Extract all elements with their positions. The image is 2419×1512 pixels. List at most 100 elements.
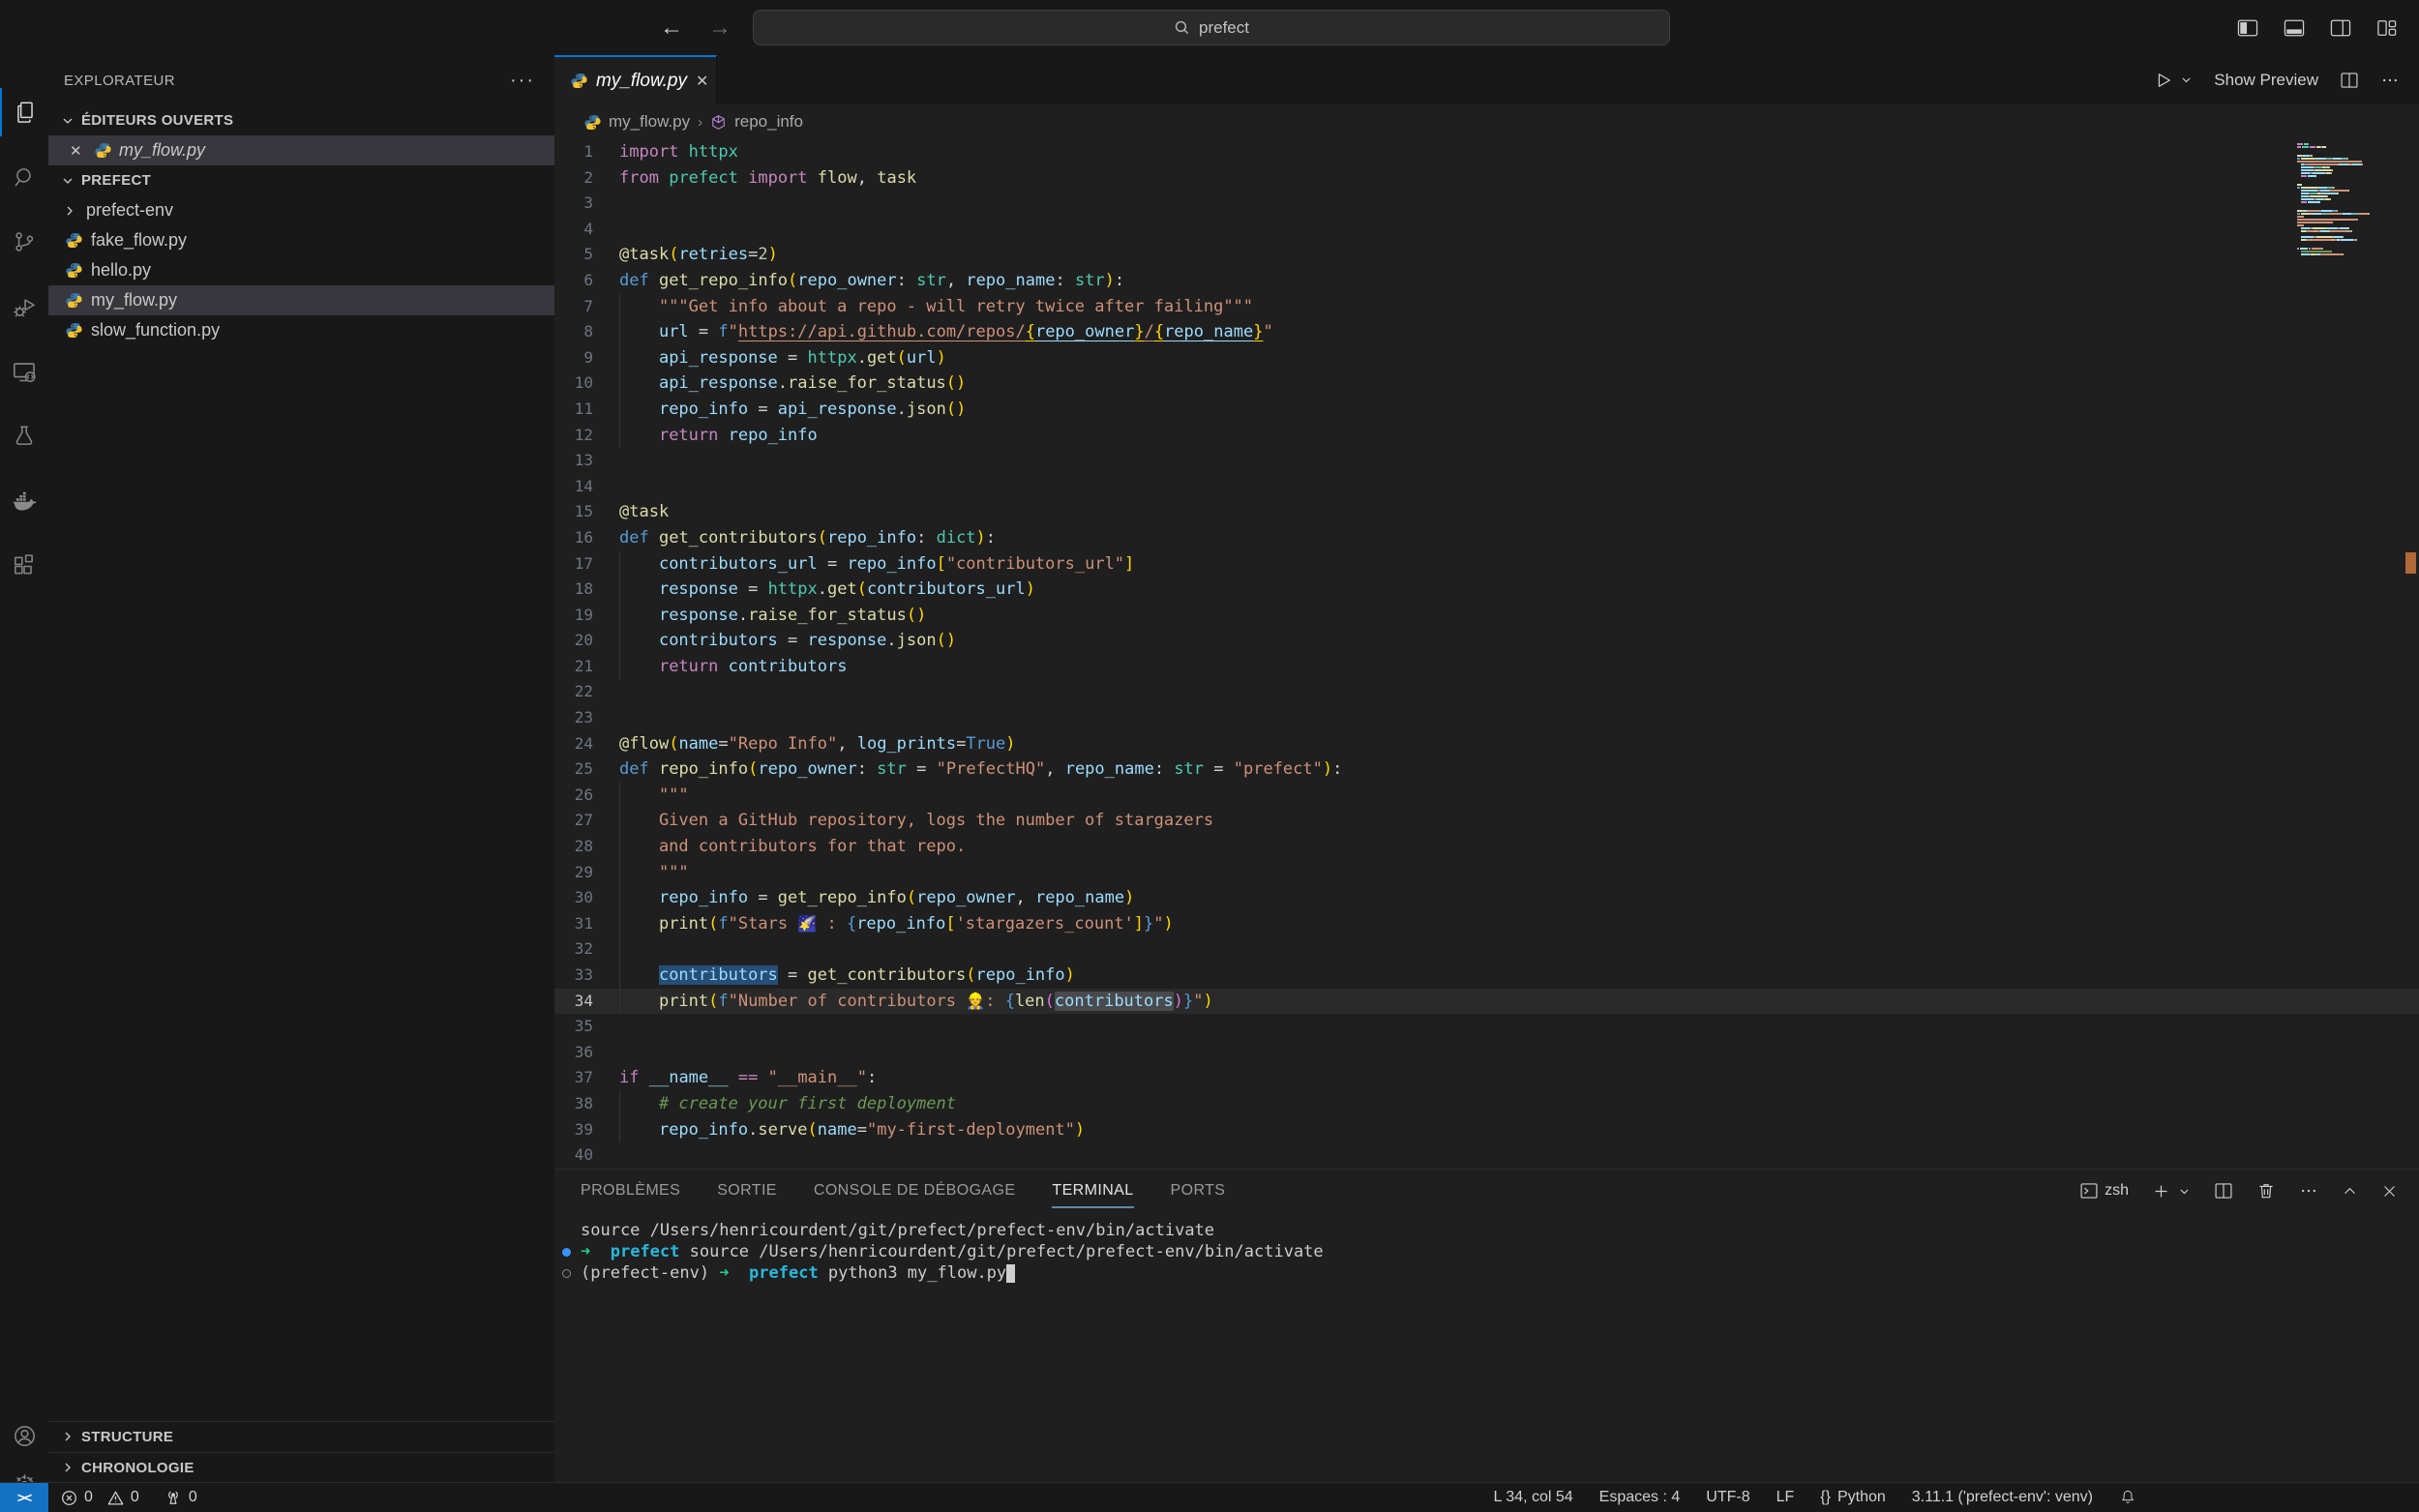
panel-more-icon[interactable]	[2299, 1181, 2318, 1201]
panel-tab-ports[interactable]: PORTS	[1171, 1170, 1226, 1212]
run-python-button[interactable]	[2154, 71, 2193, 90]
toggle-sidebar-icon[interactable]	[2237, 18, 2258, 38]
code-line-3[interactable]: 3	[554, 191, 2419, 217]
project-folder-header[interactable]: PREFECT	[48, 165, 554, 195]
remote-indicator[interactable]: ><	[0, 1483, 48, 1512]
code-line-23[interactable]: 23	[554, 705, 2419, 731]
code-line-11[interactable]: 11 repo_info = api_response.json()	[554, 397, 2419, 423]
code-line-19[interactable]: 19 response.raise_for_status()	[554, 603, 2419, 629]
sidebar-item-remote-explorer[interactable]	[0, 347, 48, 396]
structure-section-header[interactable]: STRUCTURE	[48, 1421, 554, 1451]
close-icon[interactable]: ✕	[70, 142, 87, 160]
customize-layout-icon[interactable]	[2376, 18, 2398, 38]
close-panel-icon[interactable]	[2381, 1183, 2398, 1200]
maximize-panel-icon[interactable]	[2342, 1183, 2358, 1200]
code-line-12[interactable]: 12 return repo_info	[554, 423, 2419, 449]
minimap[interactable]	[2297, 143, 2374, 259]
panel-tab-probl-mes[interactable]: PROBLÈMES	[581, 1170, 680, 1212]
terminal-shell-selector[interactable]: zsh	[2079, 1181, 2129, 1201]
code-line-13[interactable]: 13	[554, 448, 2419, 474]
sidebar-item-explorer[interactable]	[0, 88, 48, 136]
code-line-14[interactable]: 14	[554, 474, 2419, 500]
breadcrumb-file[interactable]: my_flow.py	[609, 112, 690, 132]
encoding-status[interactable]: UTF-8	[1706, 1489, 1749, 1506]
code-line-2[interactable]: 2from prefect import flow, task	[554, 165, 2419, 192]
python-interpreter-status[interactable]: 3.11.1 ('prefect-env': venv)	[1912, 1489, 2093, 1506]
open-editors-header[interactable]: ÉDITEURS OUVERTS	[48, 105, 554, 135]
split-editor-icon[interactable]	[2340, 71, 2359, 90]
show-preview-button[interactable]: Show Preview	[2214, 71, 2318, 90]
command-center-search[interactable]: prefect	[753, 10, 1670, 45]
breadcrumb-symbol[interactable]: repo_info	[734, 112, 803, 132]
code-line-20[interactable]: 20 contributors = response.json()	[554, 628, 2419, 654]
sidebar-item-docker[interactable]	[0, 477, 48, 525]
problems-status[interactable]: 0 0	[61, 1489, 139, 1506]
code-line-24[interactable]: 24@flow(name="Repo Info", log_prints=Tru…	[554, 731, 2419, 757]
indentation-status[interactable]: Espaces : 4	[1599, 1489, 1681, 1506]
tree-item-hello-py[interactable]: hello.py	[48, 255, 554, 285]
account-button[interactable]	[0, 1411, 48, 1460]
code-line-17[interactable]: 17 contributors_url = repo_info["contrib…	[554, 551, 2419, 578]
cursor-position[interactable]: L 34, col 54	[1494, 1489, 1573, 1506]
code-line-35[interactable]: 35	[554, 1014, 2419, 1040]
tree-item-prefect-env[interactable]: prefect-env	[48, 195, 554, 225]
panel-tab-console-de-d-bogage[interactable]: CONSOLE DE DÉBOGAGE	[814, 1170, 1016, 1212]
code-line-40[interactable]: 40	[554, 1142, 2419, 1169]
code-line-39[interactable]: 39 repo_info.serve(name="my-first-deploy…	[554, 1117, 2419, 1143]
kill-terminal-icon[interactable]	[2256, 1181, 2276, 1201]
code-line-9[interactable]: 9 api_response = httpx.get(url)	[554, 345, 2419, 371]
sidebar-item-testing[interactable]	[0, 412, 48, 460]
sidebar-item-search[interactable]	[0, 153, 48, 201]
code-line-37[interactable]: 37if __name__ == "__main__":	[554, 1065, 2419, 1091]
code-line-22[interactable]: 22	[554, 679, 2419, 705]
new-terminal-button[interactable]	[2152, 1182, 2191, 1201]
nav-forward-icon[interactable]: →	[708, 15, 732, 42]
code-line-33[interactable]: 33 contributors = get_contributors(repo_…	[554, 963, 2419, 989]
language-status[interactable]: {} Python	[1820, 1489, 1886, 1506]
code-line-31[interactable]: 31 print(f"Stars 🌠 : {repo_info['stargaz…	[554, 911, 2419, 937]
sidebar-more-icon[interactable]: ···	[510, 70, 535, 92]
notifications-bell-icon[interactable]	[2119, 1489, 2136, 1506]
code-line-18[interactable]: 18 response = httpx.get(contributors_url…	[554, 577, 2419, 603]
code-line-36[interactable]: 36	[554, 1040, 2419, 1066]
tab-my-flow[interactable]: my_flow.py ✕	[554, 55, 717, 104]
toggle-panel-icon[interactable]	[2284, 18, 2305, 38]
ports-status[interactable]: 0	[164, 1489, 197, 1506]
open-editor-item[interactable]: ✕my_flow.py	[48, 135, 554, 165]
code-line-34[interactable]: 34 print(f"Number of contributors 👷: {le…	[554, 989, 2419, 1015]
sidebar-item-run-debug[interactable]	[0, 282, 48, 331]
breadcrumb[interactable]: my_flow.py › repo_info	[554, 104, 2419, 139]
editor-more-icon[interactable]	[2380, 71, 2400, 90]
code-line-10[interactable]: 10 api_response.raise_for_status()	[554, 371, 2419, 397]
code-line-15[interactable]: 15@task	[554, 499, 2419, 525]
split-terminal-icon[interactable]	[2214, 1181, 2233, 1201]
code-line-38[interactable]: 38 # create your first deployment	[554, 1091, 2419, 1117]
sidebar-item-source-control[interactable]	[0, 218, 48, 266]
code-line-21[interactable]: 21 return contributors	[554, 654, 2419, 680]
code-line-32[interactable]: 32	[554, 936, 2419, 963]
terminal-output[interactable]: source /Users/henricourdent/git/prefect/…	[554, 1212, 2419, 1284]
toggle-secondary-sidebar-icon[interactable]	[2330, 18, 2351, 38]
code-line-6[interactable]: 6def get_repo_info(repo_owner: str, repo…	[554, 268, 2419, 294]
code-line-30[interactable]: 30 repo_info = get_repo_info(repo_owner,…	[554, 885, 2419, 911]
panel-tab-terminal[interactable]: TERMINAL	[1052, 1170, 1133, 1212]
code-line-8[interactable]: 8 url = f"https://api.github.com/repos/{…	[554, 319, 2419, 345]
tree-item-slow-function-py[interactable]: slow_function.py	[48, 315, 554, 345]
code-line-28[interactable]: 28 and contributors for that repo.	[554, 834, 2419, 860]
code-line-26[interactable]: 26 """	[554, 783, 2419, 809]
code-line-29[interactable]: 29 """	[554, 860, 2419, 886]
tab-close-icon[interactable]: ✕	[696, 72, 708, 91]
code-line-7[interactable]: 7 """Get info about a repo - will retry …	[554, 294, 2419, 320]
sidebar-item-extensions[interactable]	[0, 542, 48, 590]
nav-back-icon[interactable]: ←	[660, 15, 683, 42]
panel-tab-sortie[interactable]: SORTIE	[717, 1170, 777, 1212]
eol-status[interactable]: LF	[1777, 1489, 1795, 1506]
code-line-25[interactable]: 25def repo_info(repo_owner: str = "Prefe…	[554, 756, 2419, 783]
timeline-section-header[interactable]: CHRONOLOGIE	[48, 1452, 554, 1482]
code-line-27[interactable]: 27 Given a GitHub repository, logs the n…	[554, 808, 2419, 834]
code-line-1[interactable]: 1import httpx	[554, 139, 2419, 165]
code-line-16[interactable]: 16def get_contributors(repo_info: dict):	[554, 525, 2419, 551]
code-line-5[interactable]: 5@task(retries=2)	[554, 242, 2419, 268]
tree-item-my-flow-py[interactable]: my_flow.py	[48, 285, 554, 315]
tree-item-fake-flow-py[interactable]: fake_flow.py	[48, 225, 554, 255]
